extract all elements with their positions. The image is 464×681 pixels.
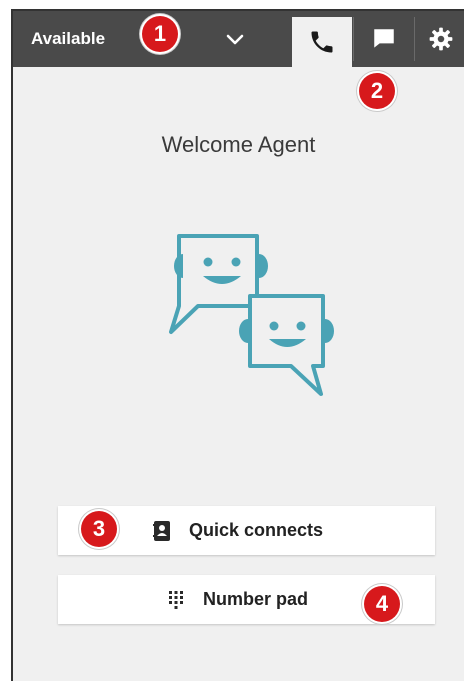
phone-icon (311, 31, 333, 53)
chat-bots-icon (169, 234, 334, 396)
gear-icon (429, 27, 452, 51)
chevron-down-icon (226, 34, 244, 45)
chat-icon (374, 29, 394, 48)
quick-connects-label: Quick connects (189, 520, 324, 540)
callout-badge-4: 4 (364, 586, 400, 622)
tab-phone[interactable] (292, 17, 352, 67)
top-bar: Available (13, 11, 464, 67)
tab-divider (353, 17, 354, 61)
agent-panel: Available Welcome Agent Quick connects N… (11, 9, 464, 681)
tab-chat[interactable] (355, 11, 413, 67)
dialpad-icon (165, 589, 187, 611)
status-label: Available (31, 29, 106, 48)
callout-badge-1: 1 (142, 16, 178, 52)
callout-badge-2: 2 (359, 73, 395, 109)
welcome-heading: Welcome Agent (161, 132, 316, 157)
contact-book-icon (151, 520, 173, 542)
callout-badge-3: 3 (81, 511, 117, 547)
number-pad-label: Number pad (203, 589, 309, 609)
tab-settings[interactable] (415, 11, 464, 67)
